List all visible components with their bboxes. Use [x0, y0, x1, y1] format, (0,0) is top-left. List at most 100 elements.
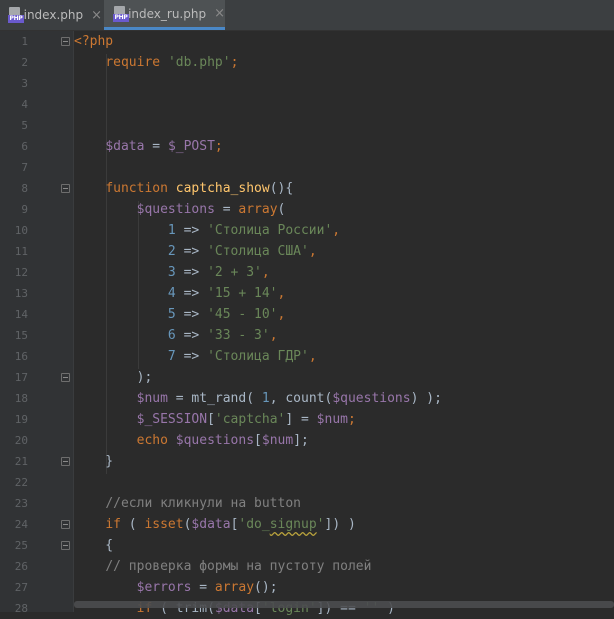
code-token: $num [316, 412, 348, 427]
code-editor[interactable]: 1 2 3 4 5 6 7 8 9 10 11 12 13 14 15 16 17 18 19 20 21 22 23 24 2… [0, 31, 614, 616]
line-number: 20 [14, 434, 28, 447]
code-line: <?php [74, 31, 113, 52]
fold-toggle-icon[interactable] [61, 457, 70, 466]
fold-toggle-icon[interactable] [61, 37, 70, 46]
code-token: , [332, 223, 341, 238]
code-token: $errors [136, 580, 192, 595]
line-number: 4 [21, 98, 28, 111]
code-line: function captcha_show(){ [74, 178, 293, 199]
tab-index-ru-php[interactable]: PHP index_ru.php × [104, 0, 225, 30]
line-number: 15 [14, 329, 28, 342]
line-number: 11 [14, 245, 28, 258]
code-token: 7 [167, 349, 176, 364]
code-line: $_SESSION['captcha'] = $num; [74, 409, 356, 430]
horizontal-scrollbar[interactable] [74, 601, 614, 608]
line-number: 2 [21, 56, 28, 69]
line-number: 14 [14, 308, 28, 321]
code-line: $num = mt_rand( 1, count($questions) ); [74, 388, 442, 409]
code-token: // проверка формы на пустоту полей [105, 559, 372, 574]
line-number: 23 [14, 497, 28, 510]
tab-label: index.php [23, 8, 84, 22]
code-token: => [175, 307, 208, 322]
code-line: //если кликнули на button [74, 493, 301, 514]
line-number: 18 [14, 392, 28, 405]
tab-label: index_ru.php [128, 6, 207, 21]
code-token: signup [269, 517, 317, 532]
code-token: (){ [269, 181, 294, 196]
code-token: ]) ) [324, 517, 356, 532]
code-token: '45 - 10' [207, 307, 278, 322]
line-number: 12 [14, 266, 28, 279]
line-number: 9 [21, 203, 28, 216]
code-token: 1 [167, 223, 176, 238]
line-number: 1 [21, 35, 28, 48]
code-token: ( [277, 202, 286, 217]
code-token: echo [136, 433, 168, 448]
code-token: [ [207, 412, 215, 427]
code-token: //если кликнули на button [105, 496, 301, 511]
code-line: require 'db.php'; [74, 52, 238, 73]
line-number: 10 [14, 224, 28, 237]
code-token: $_POST [167, 139, 215, 154]
code-token: , [308, 244, 317, 259]
php-file-icon: PHP [8, 7, 24, 23]
fold-toggle-icon[interactable] [61, 184, 70, 193]
code-line: $questions = array( [74, 199, 286, 220]
code-token: array [238, 202, 278, 217]
code-token: if [105, 517, 121, 532]
line-number: 25 [14, 539, 28, 552]
editor-tab-bar: PHP index.php × PHP index_ru.php × [0, 0, 614, 31]
code-token: 'do_ [238, 517, 270, 532]
close-tab-icon[interactable]: × [91, 9, 102, 22]
code-token: 1 [261, 391, 270, 406]
line-number: 13 [14, 287, 28, 300]
code-token: 'Столица США' [207, 244, 309, 259]
code-token: 3 [167, 265, 176, 280]
code-token: 'Столица ГДР' [207, 349, 309, 364]
tab-index-php[interactable]: PHP index.php × [0, 0, 102, 30]
line-number: 21 [14, 455, 28, 468]
code-token: => [175, 328, 208, 343]
code-token: isset [144, 517, 184, 532]
fold-toggle-icon[interactable] [61, 520, 70, 529]
code-token: => [175, 223, 208, 238]
line-number: 28 [14, 602, 28, 615]
code-token: ]; [293, 433, 309, 448]
fold-toggle-icon[interactable] [61, 373, 70, 382]
code-line: // проверка формы на пустоту полей [74, 556, 371, 577]
code-token: require [105, 55, 161, 70]
code-token: ; [214, 139, 223, 154]
code-line: ); [74, 367, 153, 388]
code-token: , [269, 328, 278, 343]
code-token: 5 [167, 307, 176, 322]
code-token: 'db.php' [167, 55, 231, 70]
code-token: 'Столица России' [207, 223, 333, 238]
line-number: 16 [14, 350, 28, 363]
code-token: = mt_rand( [167, 391, 262, 406]
code-token: $questions [136, 202, 215, 217]
code-line: 4 => '15 + 14', [74, 283, 285, 304]
code-token: ( [120, 517, 145, 532]
line-number: 22 [14, 476, 28, 489]
fold-toggle-icon[interactable] [61, 541, 70, 550]
code-token: ] = [285, 412, 317, 427]
code-line: } [74, 451, 113, 472]
code-token: (); [254, 580, 278, 595]
code-token: ; [347, 412, 356, 427]
close-tab-icon[interactable]: × [214, 7, 225, 20]
code-token: <?php [74, 34, 114, 49]
code-token: , [277, 307, 286, 322]
line-number: 17 [14, 371, 28, 384]
code-line: 1 => 'Столица России', [74, 220, 340, 241]
code-token: => [175, 265, 208, 280]
line-number: 8 [21, 182, 28, 195]
code-token: => [175, 349, 208, 364]
